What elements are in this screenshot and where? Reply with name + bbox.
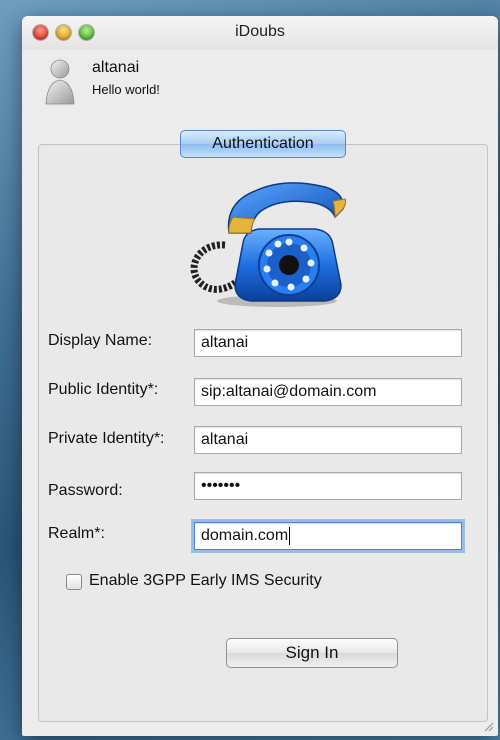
title-bar[interactable]: iDoubs <box>22 16 498 50</box>
user-status: Hello world! <box>92 82 160 97</box>
public-identity-field[interactable]: sip:altanai@domain.com <box>194 378 462 406</box>
resize-grip-icon[interactable] <box>482 720 494 732</box>
private-identity-field[interactable]: altanai <box>194 426 462 454</box>
telephone-icon <box>190 182 347 307</box>
password-field[interactable]: ••••••• <box>194 472 462 500</box>
user-name: altanai <box>92 59 140 76</box>
realm-label: Realm*: <box>48 525 105 542</box>
tab-authentication[interactable]: Authentication <box>180 130 346 158</box>
realm-field[interactable]: domain.com <box>194 522 462 550</box>
realm-value: domain.com <box>201 527 289 544</box>
private-identity-label: Private Identity*: <box>48 430 165 447</box>
public-identity-label: Public Identity*: <box>48 381 159 398</box>
sign-in-button[interactable]: Sign In <box>226 638 398 668</box>
app-window: iDoubs altanai Hello world! Authenticati… <box>22 16 498 736</box>
window-title: iDoubs <box>235 23 285 40</box>
display-name-field[interactable]: altanai <box>194 329 462 357</box>
early-ims-label[interactable]: Enable 3GPP Early IMS Security <box>89 572 322 590</box>
password-label: Password: <box>48 482 123 499</box>
text-caret <box>289 526 291 545</box>
early-ims-checkbox[interactable] <box>66 574 82 590</box>
user-silhouette-icon <box>45 59 75 105</box>
display-name-label: Display Name: <box>48 332 153 349</box>
